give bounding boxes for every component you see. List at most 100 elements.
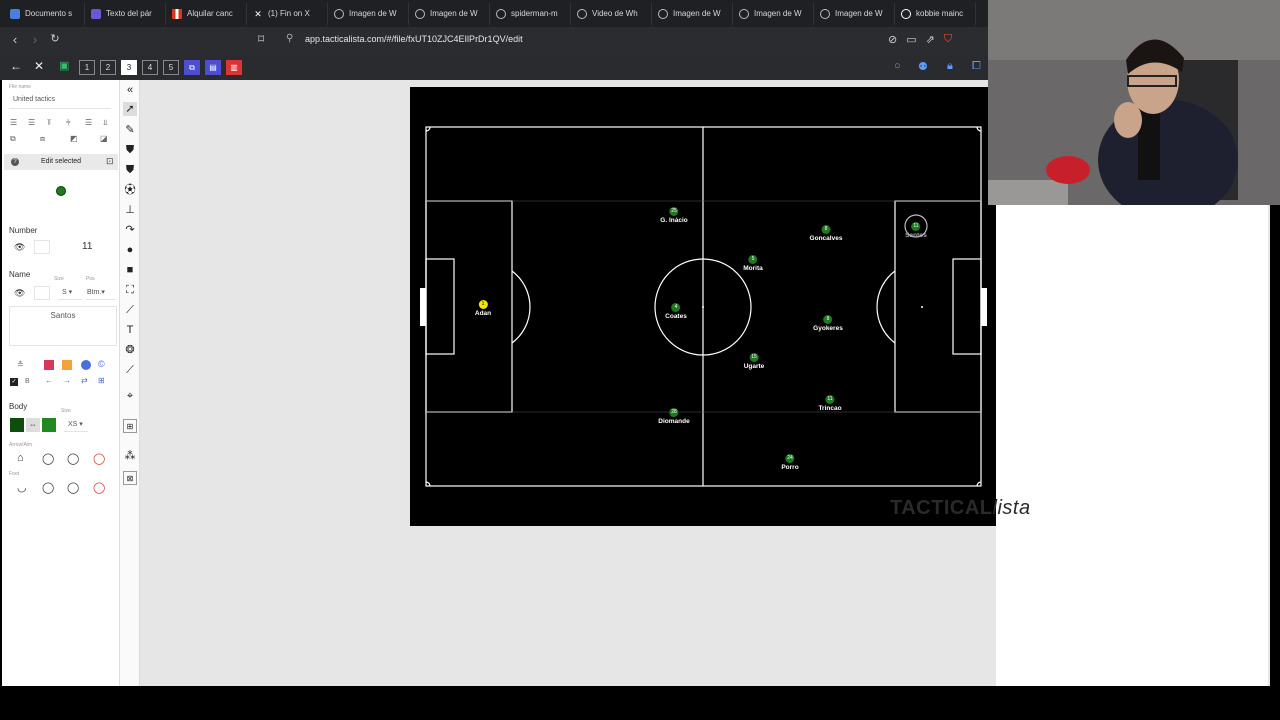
player-marker[interactable]: 15 Ugarte	[744, 353, 764, 370]
file-name-input[interactable]: United tactics	[9, 94, 111, 109]
lock-icon[interactable]: 🔒︎	[947, 60, 953, 73]
name-color-swatch[interactable]	[34, 286, 50, 300]
align-top-icon[interactable]: ⫪	[47, 118, 52, 128]
align-middle-icon[interactable]: ⫩	[66, 118, 71, 128]
brave-shield-icon[interactable]: ⛉	[944, 33, 952, 46]
close-icon[interactable]: ✕	[34, 59, 44, 73]
delete-button[interactable]: ▥	[226, 60, 242, 75]
duplicate-button[interactable]: ⧉	[184, 60, 200, 75]
align-bottom-icon[interactable]: ⫫	[103, 118, 108, 128]
no-camera-icon[interactable]: ⊘	[888, 33, 897, 46]
pattern-tool-icon[interactable]: ⊠	[123, 471, 137, 485]
foot-none-icon[interactable]: ◯	[93, 481, 105, 494]
bold-checkbox[interactable]: ✓	[10, 378, 18, 386]
browser-tab[interactable]: Imagen de W	[652, 2, 733, 25]
slot-3-button[interactable]: 3	[121, 60, 137, 75]
align-right-icon[interactable]: ☰	[85, 118, 92, 127]
player-marker[interactable]: 1 Adan	[475, 300, 491, 317]
browser-tab[interactable]: Documento s	[4, 2, 85, 25]
name-pos-select[interactable]: Btm.▾	[86, 286, 116, 300]
player-marker[interactable]: 8 Goncalves	[810, 225, 842, 242]
number-visibility-icon[interactable]: 👁︎	[14, 242, 25, 253]
browser-tab[interactable]: (1) Fin on X	[247, 2, 328, 25]
player-marker[interactable]: 25 G. Inácio	[660, 207, 688, 224]
body-dark-green-swatch[interactable]	[10, 418, 24, 432]
slot-1-button[interactable]: 1	[79, 60, 95, 75]
ball-pattern-tool-icon[interactable]: ❂	[123, 343, 137, 357]
name-size-select[interactable]: S ▾	[58, 286, 82, 300]
aim-up-icon[interactable]: ⌂	[17, 452, 24, 464]
reload-icon[interactable]: ↻	[45, 32, 65, 45]
browser-tab[interactable]: Alquilar canc	[166, 2, 247, 25]
cast-icon[interactable]: ▭	[906, 33, 916, 46]
player-marker[interactable]: 4 Coates	[665, 303, 687, 320]
aim-none-icon[interactable]: ◯	[93, 452, 105, 465]
formation-tool-icon[interactable]: ⌖	[123, 389, 137, 403]
user-edit-icon[interactable]: ⚉	[918, 60, 928, 73]
browser-tab[interactable]: Video de Wh	[571, 2, 652, 25]
browser-tab[interactable]: spiderman-m	[490, 2, 571, 25]
player-marker[interactable]: 11 Trincao	[818, 395, 842, 412]
slot-2-button[interactable]: 2	[100, 60, 116, 75]
align-left-icon[interactable]: ☰	[10, 118, 17, 127]
arrow-left-icon[interactable]: ←	[45, 376, 53, 385]
back-arrow-icon[interactable]: ←	[10, 59, 22, 73]
player-marker[interactable]: 8 Gyokeres	[813, 315, 843, 332]
browser-tab[interactable]: Imagen de W	[814, 2, 895, 25]
swap-icon[interactable]: ⇄	[81, 376, 88, 385]
name-text-input[interactable]: Santos	[9, 306, 117, 346]
pitch-canvas[interactable]: 1 Adan 25 G. Inácio 4 Coates 5 Morita 15 Ugar…	[410, 87, 1030, 526]
color-orange-swatch[interactable]	[62, 360, 72, 370]
slot-4-button[interactable]: 4	[142, 60, 158, 75]
foot-both-icon[interactable]: ◯	[67, 481, 79, 494]
send-back-icon[interactable]: ◪	[100, 134, 108, 143]
circle-tool-icon[interactable]: ●	[123, 243, 137, 257]
collapse-icon[interactable]: «	[123, 83, 137, 97]
group-icon[interactable]: ⧉	[10, 134, 16, 144]
ungroup-icon[interactable]: ⧈	[40, 134, 45, 144]
grid-tool-icon[interactable]: ⊞	[123, 419, 137, 433]
bookmark-icon[interactable]: ⌑	[258, 32, 264, 46]
name-visibility-icon[interactable]: 👁︎	[14, 288, 25, 299]
color-red-swatch[interactable]	[44, 360, 54, 370]
foot-left-icon[interactable]: ◡	[17, 481, 27, 494]
url-field[interactable]: app.tacticalista.com/#/file/fxUT10ZJC4EI…	[305, 34, 523, 44]
back-icon[interactable]: ‹	[5, 32, 25, 47]
browser-tab[interactable]: Texto del pár	[85, 2, 166, 25]
polygon-tool-icon[interactable]: ⛶	[123, 283, 137, 297]
pen-tool-icon[interactable]: ✎	[123, 123, 137, 137]
ruler-tool-icon[interactable]: ⟋	[123, 363, 137, 377]
ball-tool-icon[interactable]: ⚽︎	[123, 183, 137, 197]
player-marker[interactable]: 24 Porro	[781, 454, 799, 471]
player-marker[interactable]: 5 Morita	[743, 255, 763, 272]
bring-front-icon[interactable]: ◩	[70, 134, 78, 143]
share-icon[interactable]: ⇗	[926, 33, 935, 46]
number-value[interactable]: 11	[82, 241, 92, 252]
help-icon[interactable]: ?	[11, 158, 19, 166]
browser-tab[interactable]: Imagen de W	[409, 2, 490, 25]
forward-icon[interactable]: ›	[25, 32, 45, 47]
number-color-swatch[interactable]	[34, 240, 50, 254]
crowd-tool-icon[interactable]: ⁂	[123, 449, 137, 463]
align-center-icon[interactable]: ☰	[28, 118, 35, 127]
player-marker[interactable]: 28 Diomande	[658, 408, 690, 425]
browser-tab[interactable]: kobbie mainc	[895, 2, 976, 25]
text-tool-icon[interactable]: T	[123, 323, 137, 337]
line-tool-icon[interactable]: ⟋	[123, 303, 137, 317]
body-size-select[interactable]: XS ▾	[64, 418, 88, 432]
expand-icon[interactable]: ⊡	[106, 156, 114, 167]
aim-left-icon[interactable]: ◯	[42, 452, 54, 465]
square-tool-icon[interactable]: ■	[123, 263, 137, 277]
document-button[interactable]: ▤	[205, 60, 221, 75]
browser-tab[interactable]: Imagen de W	[328, 2, 409, 25]
copyright-icon[interactable]: ©	[98, 359, 105, 369]
body-green-swatch[interactable]	[42, 418, 56, 432]
stamp-tool-icon[interactable]: ⊥	[123, 203, 137, 217]
shirt-tool-icon[interactable]: ⛊	[123, 143, 137, 157]
arrow-right-icon[interactable]: →	[63, 376, 71, 385]
select-tool-icon[interactable]: ➚	[123, 102, 137, 116]
aim-diag-icon[interactable]: ◯	[67, 452, 79, 465]
browser-tab[interactable]: Imagen de W	[733, 2, 814, 25]
text-align-icon[interactable]: ≛	[17, 360, 24, 369]
body-link-icon[interactable]: ⇔	[26, 418, 40, 432]
